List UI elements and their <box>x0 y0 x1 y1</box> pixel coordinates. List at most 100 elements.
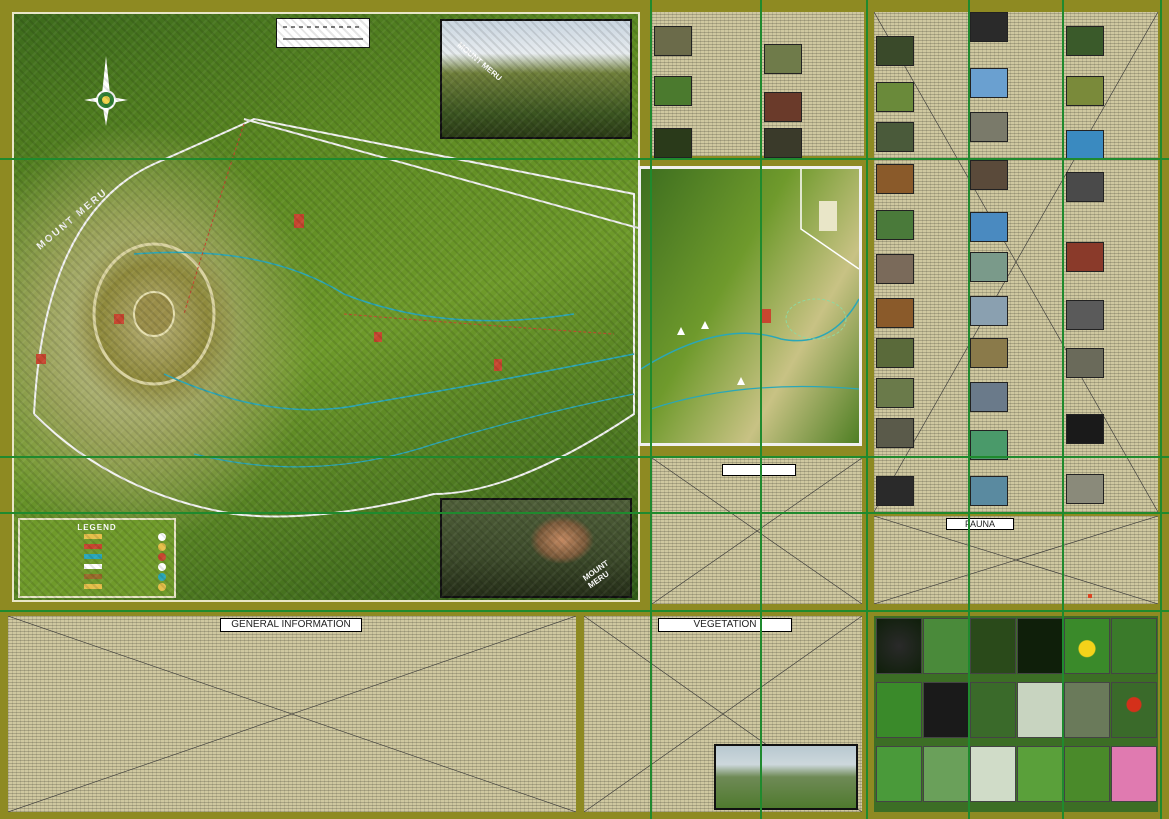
guide-line <box>866 0 868 819</box>
plant-photo[interactable] <box>1064 618 1110 674</box>
guide-line <box>0 610 1169 612</box>
general-information-section: GENERAL INFORMATION <box>8 616 576 812</box>
animal-photo[interactable] <box>654 76 692 106</box>
animal-photo[interactable] <box>876 338 914 368</box>
animal-photo[interactable] <box>970 68 1008 98</box>
animal-photo[interactable] <box>876 36 914 66</box>
trail <box>183 123 245 315</box>
plant-photo[interactable] <box>1111 618 1157 674</box>
animal-photo[interactable] <box>1066 76 1104 106</box>
plant-photo[interactable] <box>1017 618 1063 674</box>
plant-photo[interactable] <box>970 618 1016 674</box>
mountain-inset-photo: MOUNT MERU <box>440 19 632 139</box>
poi-marker[interactable] <box>294 214 304 228</box>
plant-photo[interactable] <box>970 682 1016 738</box>
animal-photo[interactable] <box>970 476 1008 506</box>
panel-diagonals <box>652 458 862 604</box>
animal-photo[interactable] <box>970 252 1008 282</box>
animal-photo[interactable] <box>764 92 802 122</box>
guide-line <box>0 512 1169 514</box>
fauna-section: FAUNA <box>874 516 1158 604</box>
plant-photo[interactable] <box>970 746 1016 802</box>
animal-photo[interactable] <box>876 418 914 448</box>
general-information-title: GENERAL INFORMATION <box>220 618 362 632</box>
animal-photo[interactable] <box>970 12 1008 42</box>
plant-photo-grid <box>874 616 1158 812</box>
plant-photo[interactable] <box>876 746 922 802</box>
legend-title: LEGEND <box>77 523 117 532</box>
compass-rose-icon <box>84 56 128 126</box>
animal-photo[interactable] <box>876 210 914 240</box>
animal-photo[interactable] <box>1066 414 1104 444</box>
plant-photo[interactable] <box>876 682 922 738</box>
animal-photo[interactable] <box>1066 130 1104 160</box>
landscape-photo <box>714 744 858 810</box>
plant-photo[interactable] <box>1017 682 1063 738</box>
red-dot <box>1088 594 1092 598</box>
animal-photo[interactable] <box>876 378 914 408</box>
animal-photo[interactable] <box>654 26 692 56</box>
fauna-panel-top <box>652 12 864 158</box>
mountain-label: MOUNT MERU <box>34 186 111 253</box>
animal-photo[interactable] <box>970 160 1008 190</box>
enlarged-map-inset[interactable] <box>638 166 862 446</box>
plant-photo[interactable] <box>1064 682 1110 738</box>
plant-photo[interactable] <box>876 618 922 674</box>
crater-mountain-label: MOUNT MERU <box>581 558 611 591</box>
plant-photo[interactable] <box>1017 746 1063 802</box>
fauna-panel-right <box>874 12 1158 512</box>
guide-line <box>0 158 1169 160</box>
plant-photo[interactable] <box>1111 682 1157 738</box>
animal-photo[interactable] <box>1066 172 1104 202</box>
guide-line <box>760 0 762 819</box>
animal-photo[interactable] <box>1066 348 1104 378</box>
plant-photo[interactable] <box>923 682 969 738</box>
guide-line <box>0 456 1169 458</box>
plant-photo[interactable] <box>923 618 969 674</box>
animal-photo[interactable] <box>876 254 914 284</box>
animal-photo[interactable] <box>970 112 1008 142</box>
animal-photo[interactable] <box>970 338 1008 368</box>
animal-photo[interactable] <box>876 298 914 328</box>
map-legend: LEGEND <box>18 518 176 598</box>
ash-cone <box>133 291 175 337</box>
animal-photo[interactable] <box>876 82 914 112</box>
animal-photo[interactable] <box>764 128 802 158</box>
animal-photo[interactable] <box>654 128 692 158</box>
inset-overlay <box>641 169 859 410</box>
animal-photo[interactable] <box>1066 242 1104 272</box>
fauna-title: FAUNA <box>946 518 1014 530</box>
plant-photo[interactable] <box>923 746 969 802</box>
animal-photo[interactable] <box>1066 474 1104 504</box>
poi-marker[interactable] <box>36 354 46 364</box>
inset-connector <box>243 118 638 229</box>
animal-photo[interactable] <box>876 476 914 506</box>
legend-icons <box>158 533 166 591</box>
legend-symbols <box>84 534 102 589</box>
animal-photo[interactable] <box>764 44 802 74</box>
crater-rim <box>92 242 216 386</box>
panel-diagonals <box>874 12 1158 512</box>
animal-photo[interactable] <box>970 296 1008 326</box>
poi-marker[interactable] <box>114 314 124 324</box>
animal-photo[interactable] <box>876 122 914 152</box>
trail <box>343 313 615 335</box>
inset-mountain-label: MOUNT MERU <box>455 40 504 83</box>
section-label-bar <box>722 464 796 476</box>
plant-photo[interactable] <box>1064 746 1110 802</box>
panel-diagonals <box>874 516 1158 604</box>
animal-photo[interactable] <box>970 212 1008 242</box>
plant-photo[interactable] <box>1111 746 1157 802</box>
animal-photo[interactable] <box>1066 300 1104 330</box>
animal-photo[interactable] <box>970 382 1008 412</box>
animal-photo[interactable] <box>1066 26 1104 56</box>
poi-marker[interactable] <box>494 359 502 371</box>
info-panel-middle <box>652 458 862 604</box>
guide-line <box>1062 0 1064 819</box>
poi-marker[interactable] <box>374 332 382 342</box>
guide-line <box>968 0 970 819</box>
guide-line <box>650 0 652 819</box>
panel-diagonals <box>8 616 576 812</box>
river <box>163 353 635 411</box>
animal-photo[interactable] <box>876 164 914 194</box>
